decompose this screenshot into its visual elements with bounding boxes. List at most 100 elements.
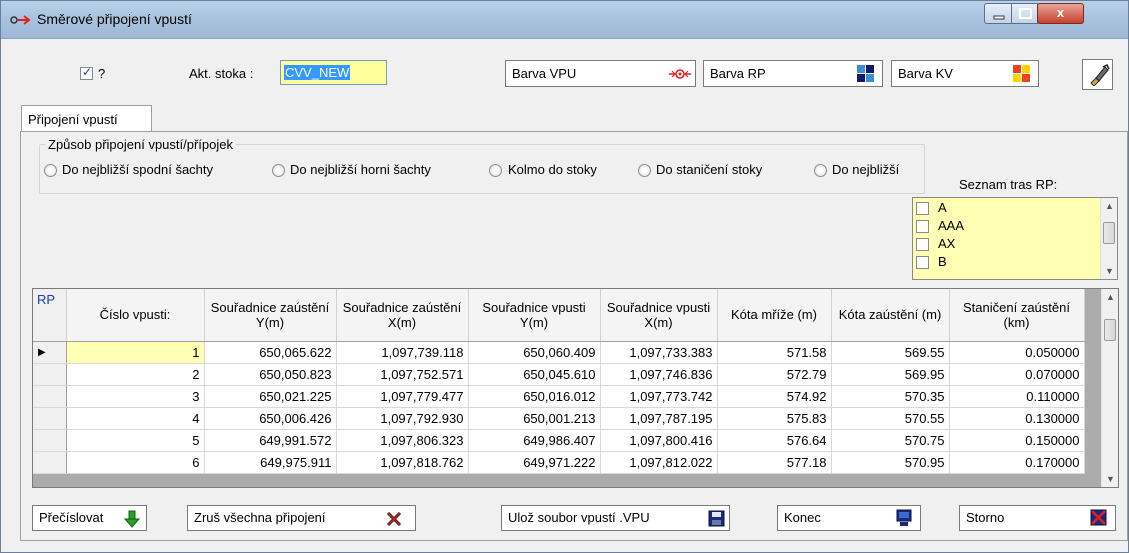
table-cell[interactable]: 649,975.911 [204, 451, 337, 474]
radio-kolmo[interactable] [489, 164, 502, 177]
column-header[interactable]: Souřadnice vpusti Y(m) [468, 289, 601, 342]
table-cell[interactable]: 0.070000 [949, 363, 1085, 386]
question-checkbox[interactable]: ✓ [80, 65, 93, 80]
scroll-up-icon[interactable]: ▲ [1102, 292, 1118, 302]
barva-rp-button[interactable]: Barva RP [703, 60, 883, 87]
table-cell[interactable]: 649,971.222 [468, 451, 601, 474]
table-cell[interactable]: 1 [66, 341, 205, 364]
table-cell[interactable]: 572.79 [717, 363, 832, 386]
data-grid[interactable]: RP Číslo vpusti: Souřadnice zaústění Y(m… [32, 288, 1119, 488]
column-header[interactable]: Souřadnice zaústění Y(m) [204, 289, 337, 342]
tab-pripojeni-vpusti[interactable]: Připojení vpustí [21, 105, 152, 132]
table-cell[interactable]: 649,991.572 [204, 429, 337, 452]
column-header[interactable]: Kóta zaústění (m) [831, 289, 950, 342]
table-cell[interactable]: 570.75 [831, 429, 950, 452]
table-cell[interactable]: 575.83 [717, 407, 832, 430]
table-cell[interactable]: 0.170000 [949, 451, 1085, 474]
scroll-down-icon[interactable]: ▼ [1101, 266, 1118, 276]
table-cell[interactable]: 650,050.823 [204, 363, 337, 386]
row-header[interactable] [33, 451, 67, 474]
row-header[interactable] [33, 429, 67, 452]
scroll-up-icon[interactable]: ▲ [1101, 201, 1118, 211]
end-button[interactable]: Konec [777, 505, 921, 531]
grid-scrollbar[interactable]: ▲ ▼ [1101, 289, 1118, 487]
table-cell[interactable]: 1,097,812.022 [600, 451, 718, 474]
table-cell[interactable]: 569.55 [831, 341, 950, 364]
radio-staniceni[interactable] [638, 164, 651, 177]
routes-scrollbar[interactable]: ▲ ▼ [1100, 198, 1117, 279]
table-cell[interactable]: 0.050000 [949, 341, 1085, 364]
table-cell[interactable]: 0.130000 [949, 407, 1085, 430]
table-cell[interactable]: 1,097,752.571 [336, 363, 469, 386]
table-cell[interactable]: 2 [66, 363, 205, 386]
table-cell[interactable]: 6 [66, 451, 205, 474]
table-cell[interactable]: 1,097,818.762 [336, 451, 469, 474]
title-bar[interactable]: Směrové připojení vpustí x [1, 1, 1128, 39]
table-row[interactable]: 5 649,991.572 1,097,806.323 649,986.407 … [33, 429, 1085, 452]
table-cell[interactable]: 1,097,792.930 [336, 407, 469, 430]
minimize-button[interactable] [984, 3, 1012, 24]
column-header[interactable]: Souřadnice zaústění X(m) [336, 289, 469, 342]
close-button[interactable]: x [1037, 3, 1084, 24]
radio-nejblizsi-spodni[interactable] [44, 164, 57, 177]
table-cell[interactable]: 0.110000 [949, 385, 1085, 408]
table-cell[interactable]: 0.150000 [949, 429, 1085, 452]
column-header[interactable]: Číslo vpusti: [66, 289, 205, 342]
row-header[interactable] [33, 363, 67, 386]
clear-all-button[interactable]: Zruš všechna připojení [187, 505, 416, 531]
table-cell[interactable]: 1,097,746.836 [600, 363, 718, 386]
table-cell[interactable]: 574.92 [717, 385, 832, 408]
barva-kv-button[interactable]: Barva KV [891, 60, 1039, 87]
route-checkbox[interactable] [916, 202, 929, 215]
table-cell[interactable]: 5 [66, 429, 205, 452]
maximize-button[interactable] [1011, 3, 1038, 24]
table-cell[interactable]: 1,097,739.118 [336, 341, 469, 364]
radio-nejblizsi[interactable] [814, 164, 827, 177]
column-header[interactable]: Staničení zaústění (km) [949, 289, 1085, 342]
table-cell[interactable]: 650,045.610 [468, 363, 601, 386]
table-cell[interactable]: 650,065.622 [204, 341, 337, 364]
table-cell[interactable]: 1,097,773.742 [600, 385, 718, 408]
table-cell[interactable]: 650,021.225 [204, 385, 337, 408]
route-checkbox[interactable] [916, 238, 929, 251]
table-cell[interactable]: 577.18 [717, 451, 832, 474]
renumber-button[interactable]: Přečíslovat [32, 505, 147, 531]
table-row[interactable]: 2 650,050.823 1,097,752.571 650,045.610 … [33, 363, 1085, 386]
column-header[interactable]: Kóta mříže (m) [717, 289, 832, 342]
table-row[interactable]: 4 650,006.426 1,097,792.930 650,001.213 … [33, 407, 1085, 430]
table-cell[interactable]: 1,097,787.195 [600, 407, 718, 430]
table-cell[interactable]: 1,097,800.416 [600, 429, 718, 452]
cancel-button[interactable]: Storno [959, 505, 1116, 531]
table-cell[interactable]: 1,097,733.383 [600, 341, 718, 364]
table-cell[interactable]: 4 [66, 407, 205, 430]
row-header[interactable] [33, 407, 67, 430]
table-cell[interactable]: 650,006.426 [204, 407, 337, 430]
table-cell[interactable]: 1,097,806.323 [336, 429, 469, 452]
table-cell[interactable]: 1,097,779.477 [336, 385, 469, 408]
column-header[interactable]: Souřadnice vpusti X(m) [600, 289, 718, 342]
table-cell[interactable]: 3 [66, 385, 205, 408]
table-cell[interactable]: 650,060.409 [468, 341, 601, 364]
table-cell[interactable]: 650,016.012 [468, 385, 601, 408]
scroll-down-icon[interactable]: ▼ [1102, 474, 1118, 484]
table-cell[interactable]: 649,986.407 [468, 429, 601, 452]
scroll-thumb[interactable] [1104, 319, 1116, 341]
table-cell[interactable]: 570.55 [831, 407, 950, 430]
scroll-thumb[interactable] [1103, 222, 1115, 244]
route-checkbox[interactable] [916, 256, 929, 269]
akt-stoka-input[interactable]: CVV_NEW [280, 60, 387, 85]
table-cell[interactable]: 576.64 [717, 429, 832, 452]
paint-brush-button[interactable] [1082, 59, 1113, 90]
table-row[interactable]: ▶ 1 650,065.622 1,097,739.118 650,060.40… [33, 341, 1085, 364]
row-header[interactable] [33, 385, 67, 408]
table-row[interactable]: 3 650,021.225 1,097,779.477 650,016.012 … [33, 385, 1085, 408]
table-cell[interactable]: 571.58 [717, 341, 832, 364]
table-cell[interactable]: 569.95 [831, 363, 950, 386]
radio-nejblizsi-horni[interactable] [272, 164, 285, 177]
barva-vpu-button[interactable]: Barva VPU [505, 60, 696, 87]
table-cell[interactable]: 570.95 [831, 451, 950, 474]
table-cell[interactable]: 570.35 [831, 385, 950, 408]
table-cell[interactable]: 650,001.213 [468, 407, 601, 430]
table-row[interactable]: 6 649,975.911 1,097,818.762 649,971.222 … [33, 451, 1085, 474]
routes-list[interactable]: A AAA AX B ▲ ▼ [912, 197, 1118, 280]
